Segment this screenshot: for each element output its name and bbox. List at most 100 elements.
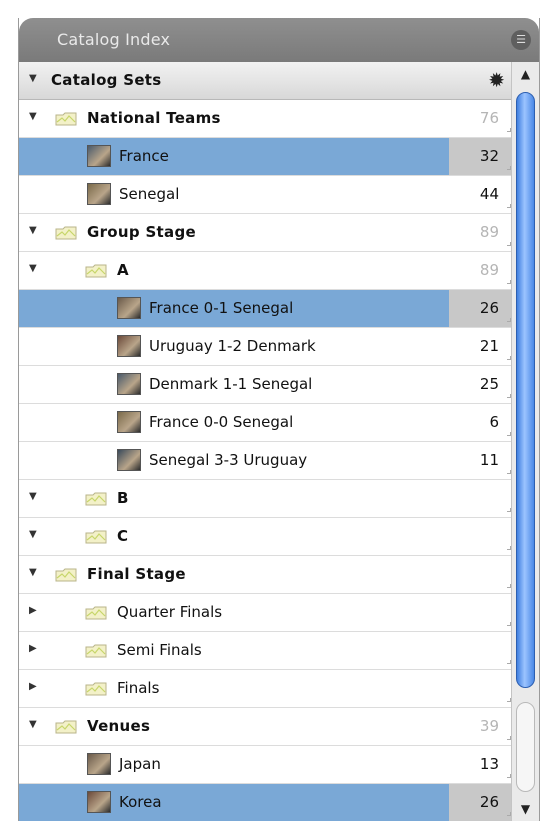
folder-icon xyxy=(85,528,107,545)
gear-icon[interactable]: ✹ xyxy=(488,68,505,92)
tree-row-count: 32 xyxy=(449,138,513,175)
folder-icon xyxy=(55,224,77,241)
tree-row[interactable]: ▶ Quarter Finals xyxy=(19,594,513,632)
tree-row-count xyxy=(449,518,513,555)
photo-thumbnail-icon xyxy=(87,145,111,167)
photo-thumbnail-icon xyxy=(117,449,141,471)
catalog-sets-label: Catalog Sets xyxy=(51,71,162,89)
folder-icon xyxy=(85,642,107,659)
folder-icon xyxy=(85,680,107,697)
folder-icon xyxy=(85,490,107,507)
tree-row-label: Final Stage xyxy=(87,565,186,583)
scroll-down-arrow-icon[interactable]: ▼ xyxy=(512,797,539,821)
tree-row[interactable]: Denmark 1-1 Senegal 25 xyxy=(19,366,513,404)
vertical-scrollbar[interactable]: ▲ ▼ xyxy=(511,62,539,821)
scroll-up-arrow-icon[interactable]: ▲ xyxy=(512,62,539,86)
disclosure-down-icon[interactable]: ▼ xyxy=(29,720,39,730)
tree-row[interactable]: ▼ Final Stage xyxy=(19,556,513,594)
tree-row[interactable]: ▼ B xyxy=(19,480,513,518)
tree-row-count: 76 xyxy=(479,109,499,127)
tree-row[interactable]: Senegal 44 xyxy=(19,176,513,214)
tree-row[interactable]: France 32 xyxy=(19,138,513,176)
tree-row-count: 25 xyxy=(479,375,499,393)
tree-row-label: A xyxy=(117,261,129,279)
tree-row-count: 26 xyxy=(449,784,513,821)
disclosure-right-icon[interactable]: ▶ xyxy=(29,606,39,616)
disclosure-right-icon[interactable]: ▶ xyxy=(29,644,39,654)
tree-row[interactable]: ▼ National Teams 76 xyxy=(19,100,513,138)
disclosure-right-icon[interactable]: ▶ xyxy=(29,682,39,692)
tree-row-label: Group Stage xyxy=(87,223,196,241)
tree-row-label: B xyxy=(117,489,129,507)
disclosure-down-icon[interactable]: ▼ xyxy=(29,112,39,122)
tree-row-label: Semi Finals xyxy=(117,641,202,659)
folder-icon xyxy=(55,566,77,583)
tree-row-label: France 0-1 Senegal xyxy=(149,299,294,317)
folder-icon xyxy=(85,604,107,621)
tree-row[interactable]: ▶ Semi Finals xyxy=(19,632,513,670)
disclosure-down-icon[interactable]: ▼ xyxy=(29,492,39,502)
catalog-index-panel: Catalog Index ☰ ▼ Catalog Sets ✹ ▼ Nation… xyxy=(18,18,540,821)
tree-row-count: 89 xyxy=(479,223,499,241)
photo-thumbnail-icon xyxy=(117,335,141,357)
scroll-track[interactable] xyxy=(516,702,535,792)
tree-row-count: 6 xyxy=(489,413,499,431)
tree-row[interactable]: ▼ Group Stage 89 xyxy=(19,214,513,252)
tree-row-count: 44 xyxy=(479,185,499,203)
folder-icon xyxy=(55,718,77,735)
photo-thumbnail-icon xyxy=(87,183,111,205)
tree-row[interactable]: Japan 13 xyxy=(19,746,513,784)
tree-row-count: 39 xyxy=(479,717,499,735)
tree-row-label: Quarter Finals xyxy=(117,603,223,621)
list-icon[interactable]: ☰ xyxy=(511,30,531,50)
tree-row-label: Finals xyxy=(117,679,160,697)
tree-row-count xyxy=(449,556,513,593)
tree-row[interactable]: ▼ C xyxy=(19,518,513,556)
disclosure-down-icon[interactable]: ▼ xyxy=(29,568,39,578)
tree-row-label: France xyxy=(119,147,169,165)
tree-row-label: C xyxy=(117,527,129,545)
panel-title: Catalog Index xyxy=(57,30,171,49)
tree-row-count: 13 xyxy=(479,755,499,773)
tree-row-count xyxy=(449,670,513,707)
tree-row[interactable]: ▼ Venues 39 xyxy=(19,708,513,746)
tree-row-label: Japan xyxy=(119,755,161,773)
tree-row-label: Uruguay 1-2 Denmark xyxy=(149,337,316,355)
tree-row-count xyxy=(449,632,513,669)
tree-row-count: 26 xyxy=(449,290,513,327)
tree-row[interactable]: ▶ Finals xyxy=(19,670,513,708)
disclosure-down-icon[interactable]: ▼ xyxy=(29,226,39,236)
tree-row[interactable]: Senegal 3-3 Uruguay 11 xyxy=(19,442,513,480)
tree-row[interactable]: France 0-1 Senegal 26 xyxy=(19,290,513,328)
tree-row-count: 21 xyxy=(479,337,499,355)
catalog-tree: ▼ Catalog Sets ✹ ▼ National Teams 76 France… xyxy=(19,62,513,821)
scroll-thumb[interactable] xyxy=(516,92,535,688)
tree-row-label: France 0-0 Senegal xyxy=(149,413,294,431)
disclosure-down-icon[interactable]: ▼ xyxy=(29,530,39,540)
disclosure-down-icon[interactable]: ▼ xyxy=(29,264,39,274)
tree-row-label: National Teams xyxy=(87,109,221,127)
tree-row[interactable]: Uruguay 1-2 Denmark 21 xyxy=(19,328,513,366)
catalog-sets-header[interactable]: ▼ Catalog Sets ✹ xyxy=(19,62,513,100)
disclosure-down-icon[interactable]: ▼ xyxy=(29,74,39,84)
tree-row[interactable]: Korea 26 xyxy=(19,784,513,821)
tree-row-count: 89 xyxy=(479,261,499,279)
photo-thumbnail-icon xyxy=(87,753,111,775)
folder-icon xyxy=(55,110,77,127)
tree-row-count: 11 xyxy=(479,451,499,469)
tree-row-label: Denmark 1-1 Senegal xyxy=(149,375,313,393)
tree-row-label: Korea xyxy=(119,793,162,811)
photo-thumbnail-icon xyxy=(117,297,141,319)
tree-row[interactable]: ▼ A 89 xyxy=(19,252,513,290)
folder-icon xyxy=(85,262,107,279)
tree-row-label: Venues xyxy=(87,717,151,735)
tree-row-label: Senegal 3-3 Uruguay xyxy=(149,451,308,469)
photo-thumbnail-icon xyxy=(117,373,141,395)
tree-row-label: Senegal xyxy=(119,185,180,203)
panel-titlebar: Catalog Index ☰ xyxy=(19,18,539,62)
photo-thumbnail-icon xyxy=(117,411,141,433)
tree-row-count xyxy=(449,594,513,631)
tree-row[interactable]: France 0-0 Senegal 6 xyxy=(19,404,513,442)
photo-thumbnail-icon xyxy=(87,791,111,813)
tree-row-count xyxy=(449,480,513,517)
